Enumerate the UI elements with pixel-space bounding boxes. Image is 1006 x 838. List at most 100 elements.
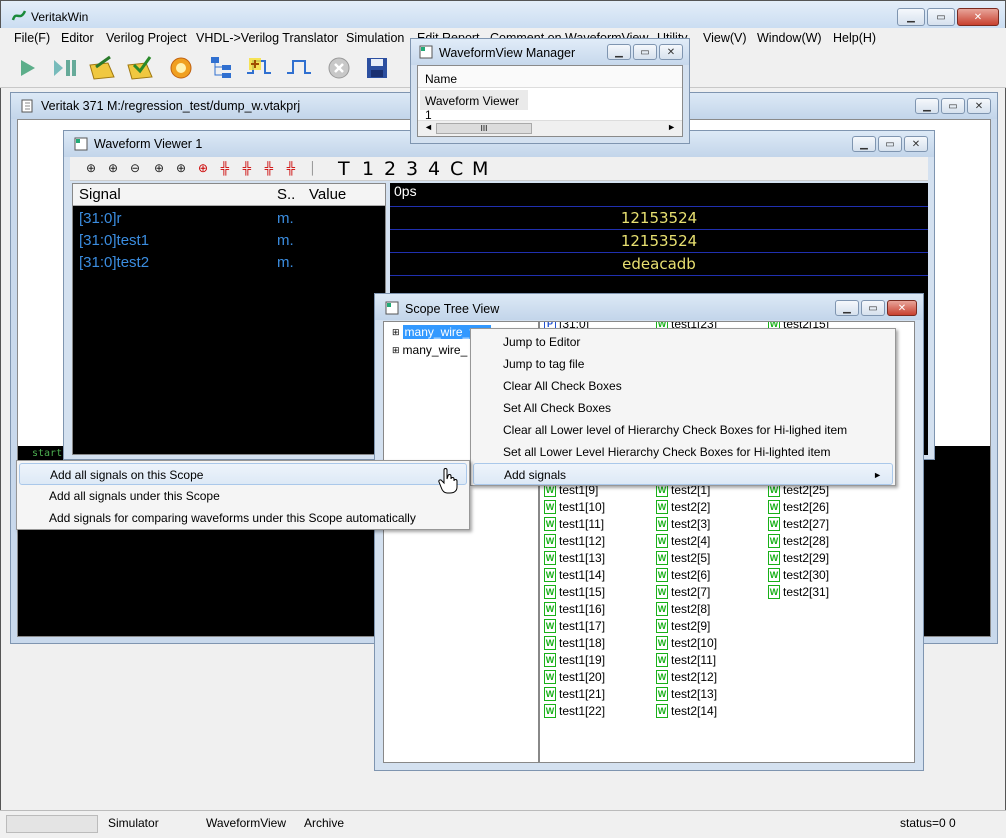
signal-item[interactable]: Wtest2[10] [656,635,717,651]
status-tab-simulator[interactable]: Simulator [108,816,159,830]
signal-item[interactable]: Wtest1[13] [544,550,605,566]
menu-verilog-project[interactable]: Verilog Project [106,31,187,45]
step-button[interactable] [50,54,80,82]
maximize-button[interactable]: ▭ [927,8,955,26]
compile-button[interactable] [126,54,156,82]
signal-item[interactable]: Wtest1[18] [544,635,605,651]
signal-item[interactable]: Wtest1[21] [544,686,605,702]
signal-row[interactable]: [31:0]test1 [79,232,149,249]
menu-item-jump-to-editor[interactable]: Jump to Editor [473,331,893,353]
menu-file[interactable]: File(F) [14,31,50,45]
value-column-header[interactable]: Value [309,186,346,203]
signal-item[interactable]: Wtest2[8] [656,601,710,617]
manager-close-button[interactable]: ✕ [659,44,683,60]
expand-plus-icon[interactable]: ⊞ [392,345,400,356]
menu-editor[interactable]: Editor [61,31,94,45]
name-column-header[interactable]: Name [425,72,457,86]
scope-close-button[interactable]: ✕ [887,300,917,316]
save-button[interactable] [362,54,392,82]
scope-titlebar[interactable]: Scope Tree View ▁ ▭ ✕ [375,294,923,320]
scope-maximize-button[interactable]: ▭ [861,300,885,316]
menu-item-clear-all-check[interactable]: Clear All Check Boxes [473,375,893,397]
manager-titlebar[interactable]: WaveformView Manager ▁ ▭ ✕ [411,39,689,65]
signal-item[interactable]: Wtest1[22] [544,703,605,719]
edge-next-icon[interactable]: ╬ [282,161,300,177]
cursor-prev-icon[interactable]: ╬ [216,161,234,177]
signal-item[interactable]: Wtest2[3] [656,516,710,532]
menu-item-set-all-check[interactable]: Set All Check Boxes [473,397,893,419]
settings-button[interactable] [166,54,196,82]
signal-item[interactable]: Wtest1[12] [544,533,605,549]
cursor-4-button[interactable]: 4 [428,158,440,180]
add-wave-button[interactable] [244,54,274,82]
edge-prev-icon[interactable]: ╬ [260,161,278,177]
signal-item[interactable]: Wtest2[27] [768,516,829,532]
expand-plus-icon[interactable]: ⊞ [392,327,400,338]
status-tab-waveformview[interactable]: WaveformView [206,816,286,830]
signal-item[interactable]: Wtest2[31] [768,584,829,600]
marker-icon[interactable]: │ [304,161,322,177]
cursor-m-button[interactable]: M [472,158,488,180]
hierarchy-button[interactable] [206,54,236,82]
menu-item-add-all-under-scope[interactable]: Add all signals under this Scope [19,485,467,507]
cursor-c-button[interactable]: C [450,158,463,180]
menu-simulation[interactable]: Simulation [346,31,404,45]
signal-item[interactable]: Wtest2[30] [768,567,829,583]
project-close-button[interactable]: ✕ [967,98,991,114]
signal-item[interactable]: Wtest2[7] [656,584,710,600]
scope-minimize-button[interactable]: ▁ [835,300,859,316]
load-project-button[interactable] [88,54,118,82]
scroll-thumb[interactable]: III [436,123,532,134]
signal-item[interactable]: Wtest1[20] [544,669,605,685]
signal-item[interactable]: Wtest2[14] [656,703,717,719]
manager-minimize-button[interactable]: ▁ [607,44,631,60]
signal-item[interactable]: Wtest1[17] [544,618,605,634]
signal-row[interactable]: [31:0]r [79,210,122,227]
viewer-close-button[interactable]: ✕ [904,136,928,152]
signal-item[interactable]: Wtest1[19] [544,652,605,668]
signal-item[interactable]: Wtest2[26] [768,499,829,515]
run-button[interactable] [12,54,42,82]
signal-item[interactable]: Wtest1[16] [544,601,605,617]
cursor-1-button[interactable]: 1 [362,158,374,180]
signal-item[interactable]: Wtest2[2] [656,499,710,515]
signal-item[interactable]: Wtest2[29] [768,550,829,566]
signal-item[interactable]: Wtest2[9] [656,618,710,634]
cursor-next-icon[interactable]: ╬ [238,161,256,177]
cursor-3-button[interactable]: 3 [406,158,418,180]
horizontal-scrollbar[interactable]: ◄ III ► [418,120,682,136]
menu-item-jump-to-tag[interactable]: Jump to tag file [473,353,893,375]
viewer-minimize-button[interactable]: ▁ [852,136,876,152]
s-column-header[interactable]: S.. [277,186,295,203]
cursor-2-button[interactable]: 2 [384,158,396,180]
signal-item[interactable]: Wtest2[6] [656,567,710,583]
project-minimize-button[interactable]: ▁ [915,98,939,114]
cursor-t-button[interactable]: T [338,158,350,180]
menu-item-set-lower-level[interactable]: Set all Lower Level Hierarchy Check Boxe… [473,441,893,463]
scroll-left-icon[interactable]: ◄ [424,122,433,132]
zoom-cursor-icon[interactable]: ⊕ [194,161,212,177]
zoom-in-icon[interactable]: ⊕ [104,161,122,177]
status-tab-archive[interactable]: Archive [304,816,344,830]
signal-item[interactable]: Wtest1[14] [544,567,605,583]
stop-button[interactable] [324,54,354,82]
menu-item-clear-lower-level[interactable]: Clear all Lower level of Hierarchy Check… [473,419,893,441]
signal-item[interactable]: Wtest1[15] [544,584,605,600]
manager-list[interactable]: Name Waveform Viewer 1 ◄ III ► [417,65,683,137]
menu-vhdl-translator[interactable]: VHDL->Verilog Translator [196,31,338,45]
menu-window[interactable]: Window(W) [757,31,822,45]
signal-item[interactable]: Wtest1[10] [544,499,605,515]
signal-item[interactable]: Wtest2[12] [656,669,717,685]
zoom-prev-icon[interactable]: ⊕ [150,161,168,177]
signal-item[interactable]: Wtest2[4] [656,533,710,549]
manager-maximize-button[interactable]: ▭ [633,44,657,60]
viewer-maximize-button[interactable]: ▭ [878,136,902,152]
signal-item[interactable]: Wtest2[11] [656,652,716,668]
tree-item[interactable]: ⊞ many_wire_ [392,342,467,358]
signal-item[interactable]: Wtest1[11] [544,516,604,532]
menu-item-add-comparing[interactable]: Add signals for comparing waveforms unde… [19,507,467,529]
wave-button[interactable] [284,54,314,82]
close-button[interactable]: ✕ [957,8,999,26]
signal-list-pane[interactable]: Signal S.. Value [31:0]r m. [31:0]test1 … [72,183,386,455]
signal-item[interactable]: Wtest2[5] [656,550,710,566]
